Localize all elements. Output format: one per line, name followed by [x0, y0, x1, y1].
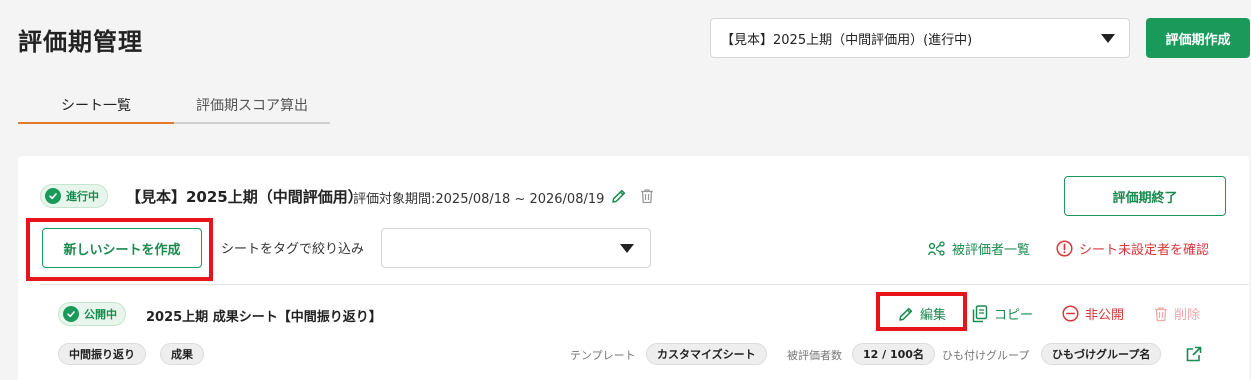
period-status-label: 進行中: [66, 190, 99, 203]
divider: [40, 284, 1249, 285]
trash-icon[interactable]: [638, 187, 656, 205]
sheet-tag: 成果: [160, 343, 204, 365]
people-network-icon: [928, 240, 945, 256]
chevron-down-icon: [620, 244, 634, 253]
sheet-title: 2025上期 成果シート【中間振り返り】: [146, 310, 382, 325]
period-range: 評価対象期間:2025/08/18 ~ 2026/08/19: [353, 192, 605, 207]
page-title: 評価期管理: [18, 28, 143, 56]
period-select[interactable]: 【見本】2025上期（中間評価用）(進行中): [710, 18, 1130, 58]
end-period-button[interactable]: 評価期終了: [1064, 176, 1226, 216]
alert-circle-icon: [1056, 240, 1073, 257]
check-circle-icon: [45, 188, 61, 204]
delete-sheet-button[interactable]: 削除: [1154, 304, 1200, 323]
template-label: テンプレート: [570, 349, 636, 362]
highlight-box: [876, 292, 967, 331]
tag-filter-select[interactable]: [381, 228, 651, 268]
group-label: ひも付けグループ: [942, 349, 1030, 362]
sheet-status-badge: 公開中: [58, 302, 126, 326]
period-name: 【見本】2025上期（中間評価用）: [126, 188, 363, 206]
evaluatee-list-link[interactable]: 被評価者一覧: [928, 239, 1030, 258]
check-circle-icon: [63, 306, 79, 322]
evaluatee-list-label: 被評価者一覧: [952, 243, 1031, 258]
pencil-icon[interactable]: [610, 187, 628, 205]
external-link-icon[interactable]: [1184, 344, 1204, 364]
copy-sheet-button[interactable]: コピー: [972, 304, 1033, 323]
delete-sheet-label: 削除: [1174, 308, 1201, 323]
period-card: 進行中 【見本】2025上期（中間評価用） 評価対象期間:2025/08/18 …: [18, 156, 1249, 380]
tab-period-score[interactable]: 評価期スコア算出: [174, 88, 330, 124]
template-chip: カスタマイズシート: [646, 343, 767, 365]
sheet-tag: 中間振り返り: [58, 343, 146, 365]
highlight-box: [26, 218, 213, 281]
tab-sheet-list[interactable]: シート一覧: [18, 88, 174, 124]
tag-filter-label: シートをタグで絞り込み: [221, 242, 365, 257]
evaluatee-count-label: 被評価者数: [787, 349, 842, 362]
unpublish-sheet-label: 非公開: [1085, 308, 1125, 323]
chevron-down-icon: [1101, 34, 1115, 43]
period-select-value: 【見本】2025上期（中間評価用）(進行中): [721, 32, 973, 48]
period-status-badge: 進行中: [40, 184, 108, 208]
unset-check-link[interactable]: シート未設定者を確認: [1056, 239, 1209, 258]
minus-circle-icon: [1062, 305, 1079, 322]
group-chip: ひもづけグループ名: [1041, 343, 1162, 365]
copy-icon: [972, 304, 988, 322]
create-period-button[interactable]: 評価期作成: [1146, 18, 1250, 58]
unset-check-label: シート未設定者を確認: [1079, 243, 1210, 258]
sheet-status-label: 公開中: [84, 308, 117, 321]
unpublish-sheet-button[interactable]: 非公開: [1062, 304, 1124, 323]
copy-sheet-label: コピー: [994, 308, 1034, 323]
tab-bar: シート一覧 評価期スコア算出: [18, 88, 330, 124]
evaluatee-count-chip: 12 / 100名: [852, 343, 935, 365]
trash-icon: [1155, 306, 1167, 321]
